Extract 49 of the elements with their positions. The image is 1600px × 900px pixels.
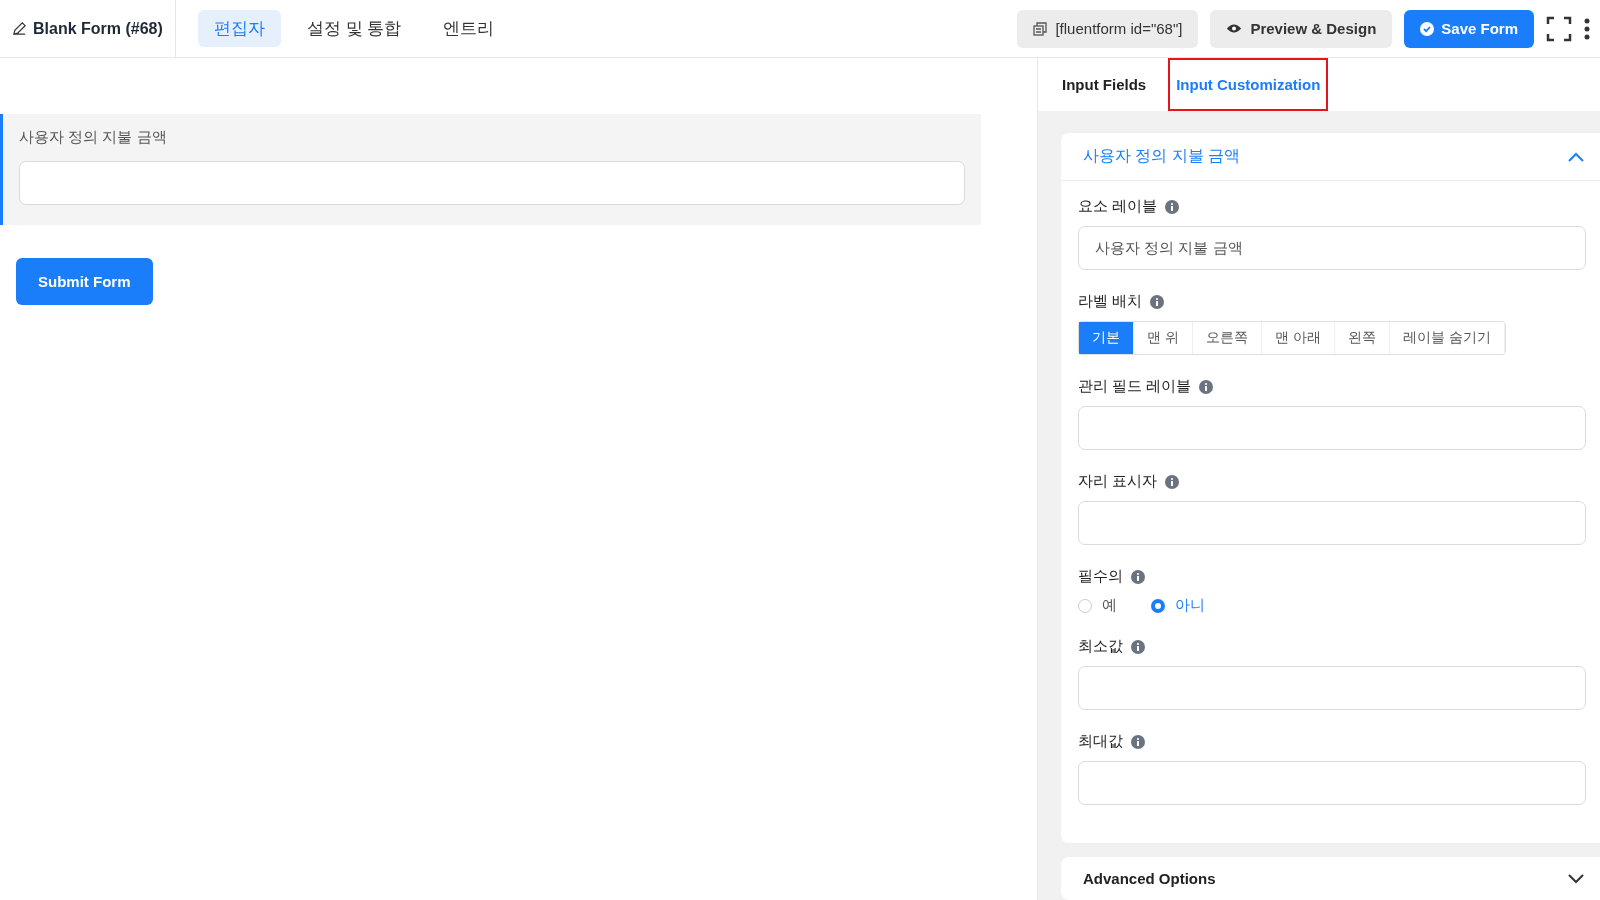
form-title: Blank Form (#68) — [33, 19, 163, 38]
copy-icon — [1033, 21, 1048, 36]
advanced-options-bar[interactable]: Advanced Options — [1061, 857, 1600, 900]
expand-icon[interactable] — [1568, 873, 1584, 884]
radio-option[interactable]: 아니 — [1151, 596, 1205, 615]
section-title[interactable]: 사용자 정의 지불 금액 — [1083, 146, 1241, 167]
save-button[interactable]: Save Form — [1404, 9, 1534, 48]
info-icon — [1131, 639, 1145, 654]
shortcode-button[interactable]: [fluentform id="68"] — [1017, 9, 1199, 48]
input-field[interactable] — [1078, 666, 1586, 710]
input-field[interactable] — [1078, 761, 1586, 805]
setting-label: 요소 레이블 — [1078, 197, 1158, 216]
info-icon — [1165, 474, 1180, 489]
input-field[interactable]: 사용자 정의 지불 금액 — [1078, 226, 1586, 270]
check-circle-icon — [1420, 21, 1435, 36]
submit-button[interactable]: Submit Form — [16, 258, 153, 305]
setting-label: 라벨 배치 — [1078, 292, 1143, 311]
setting-label: 관리 필드 레이블 — [1078, 377, 1192, 396]
input-field[interactable] — [1078, 406, 1586, 450]
form-field-card[interactable]: 사용자 정의 지불 금액 — [0, 114, 981, 225]
eye-icon — [1226, 23, 1243, 34]
info-icon — [1150, 294, 1165, 309]
setting-label: 필수의 — [1078, 567, 1123, 586]
radio-label: 아니 — [1175, 596, 1205, 615]
nav-tab[interactable]: 엔트리 — [427, 10, 511, 47]
collapse-icon[interactable] — [1568, 151, 1584, 162]
radio-button[interactable] — [1078, 598, 1092, 613]
info-icon — [1165, 199, 1180, 214]
radio-label: 예 — [1102, 596, 1117, 615]
field-label: 사용자 정의 지불 금액 — [19, 128, 168, 147]
input-field[interactable] — [1078, 501, 1586, 545]
more-icon[interactable] — [1584, 17, 1590, 40]
nav-tab[interactable]: 설정 및 통합 — [290, 10, 418, 47]
info-icon — [1131, 734, 1145, 749]
panel-tab[interactable]: Input Customization — [1168, 58, 1329, 111]
preview-button[interactable]: Preview & Design — [1210, 9, 1393, 48]
radio-button[interactable] — [1151, 598, 1165, 613]
input-field[interactable] — [19, 161, 965, 205]
setting-label: 최소값 — [1078, 637, 1123, 656]
info-icon — [1199, 379, 1214, 394]
setting-label: 자리 표시자 — [1078, 472, 1158, 491]
pencil-icon — [12, 21, 27, 36]
setting-label: 최대값 — [1078, 732, 1123, 751]
segment-option[interactable]: 기본 — [1079, 322, 1134, 354]
fullscreen-icon[interactable] — [1546, 15, 1572, 42]
panel-tab[interactable]: Input Fields — [1054, 58, 1155, 111]
radio-option[interactable]: 예 — [1078, 596, 1117, 615]
info-icon — [1131, 569, 1145, 584]
section-title: Advanced Options — [1083, 870, 1216, 887]
